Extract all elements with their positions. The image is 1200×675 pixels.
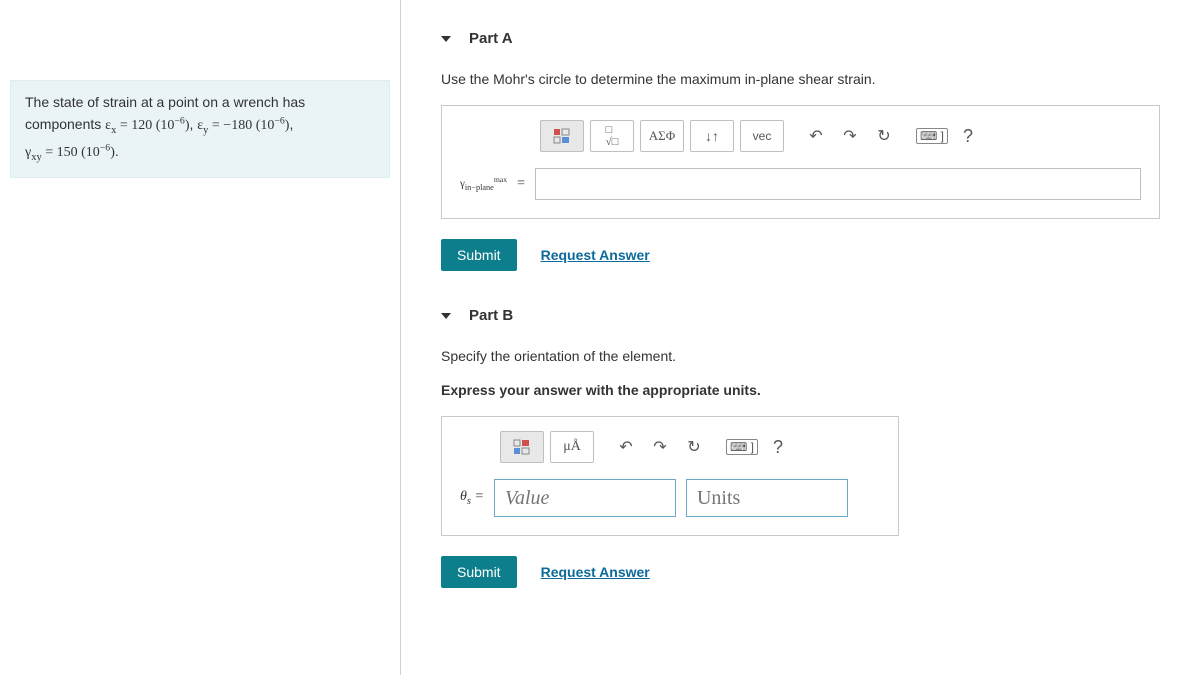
gamma-max-label: γin−planemax xyxy=(460,176,507,192)
part-a-request-answer-link[interactable]: Request Answer xyxy=(541,247,650,263)
redo-button[interactable]: ↷ xyxy=(646,432,674,462)
part-a-equation-row: γin−planemax = xyxy=(460,168,1141,200)
template-button[interactable] xyxy=(540,120,584,152)
part-a: Part A Use the Mohr's circle to determin… xyxy=(441,30,1160,271)
part-b-header[interactable]: Part B xyxy=(441,307,1160,324)
problem-statement: The state of strain at a point on a wren… xyxy=(10,80,390,178)
help-button[interactable]: ? xyxy=(954,121,982,151)
undo-button[interactable]: ↶ xyxy=(802,121,830,151)
caret-down-icon xyxy=(441,36,451,42)
epsilon-y: εy = −180 (10−6) xyxy=(197,118,289,133)
part-a-toolbar: □√□ ΑΣΦ ↓↑ vec ↶ ↷ ↻ ⌨ ] ? xyxy=(540,120,1141,152)
part-b-instruction2: Express your answer with the appropriate… xyxy=(441,382,1160,398)
part-a-answer-input[interactable] xyxy=(535,168,1141,200)
part-b: Part B Specify the orientation of the el… xyxy=(441,307,1160,588)
reset-button[interactable]: ↻ xyxy=(680,432,708,462)
redo-button[interactable]: ↷ xyxy=(836,121,864,151)
part-b-submit-button[interactable]: Submit xyxy=(441,556,517,588)
part-b-toolbar: μÅ ↶ ↷ ↻ ⌨ ] ? xyxy=(500,431,880,463)
template-button[interactable] xyxy=(500,431,544,463)
problem-line2-prefix: components xyxy=(25,116,105,132)
part-b-units-input[interactable] xyxy=(686,479,848,517)
part-b-equation-row: θs = xyxy=(460,479,880,517)
vec-button[interactable]: vec xyxy=(740,120,784,152)
part-b-instruction1: Specify the orientation of the element. xyxy=(441,348,1160,364)
part-b-answer-box: μÅ ↶ ↷ ↻ ⌨ ] ? θs = xyxy=(441,416,899,536)
greek-button[interactable]: ΑΣΦ xyxy=(640,120,684,152)
part-a-submit-button[interactable]: Submit xyxy=(441,239,517,271)
help-button[interactable]: ? xyxy=(764,432,792,462)
part-a-title: Part A xyxy=(469,30,513,47)
part-a-instruction: Use the Mohr's circle to determine the m… xyxy=(441,71,1160,87)
part-b-value-input[interactable] xyxy=(494,479,676,517)
part-a-answer-box: □√□ ΑΣΦ ↓↑ vec ↶ ↷ ↻ ⌨ ] ? γin−planemax … xyxy=(441,105,1160,219)
arrows-button[interactable]: ↓↑ xyxy=(690,120,734,152)
keyboard-button[interactable]: ⌨ ] xyxy=(726,432,758,462)
keyboard-button[interactable]: ⌨ ] xyxy=(916,121,948,151)
fraction-sqrt-button[interactable]: □√□ xyxy=(590,120,634,152)
gamma-xy: γxy = 150 (10−6) xyxy=(25,145,115,160)
epsilon-x: εx = 120 (10−6) xyxy=(105,118,189,133)
units-button[interactable]: μÅ xyxy=(550,431,594,463)
problem-line1: The state of strain at a point on a wren… xyxy=(25,94,305,110)
equals-sign: = xyxy=(517,176,525,192)
theta-s-label: θs = xyxy=(460,489,484,507)
part-b-title: Part B xyxy=(469,307,513,324)
part-a-header[interactable]: Part A xyxy=(441,30,1160,47)
part-b-request-answer-link[interactable]: Request Answer xyxy=(541,564,650,580)
caret-down-icon xyxy=(441,313,451,319)
undo-button[interactable]: ↶ xyxy=(612,432,640,462)
reset-button[interactable]: ↻ xyxy=(870,121,898,151)
